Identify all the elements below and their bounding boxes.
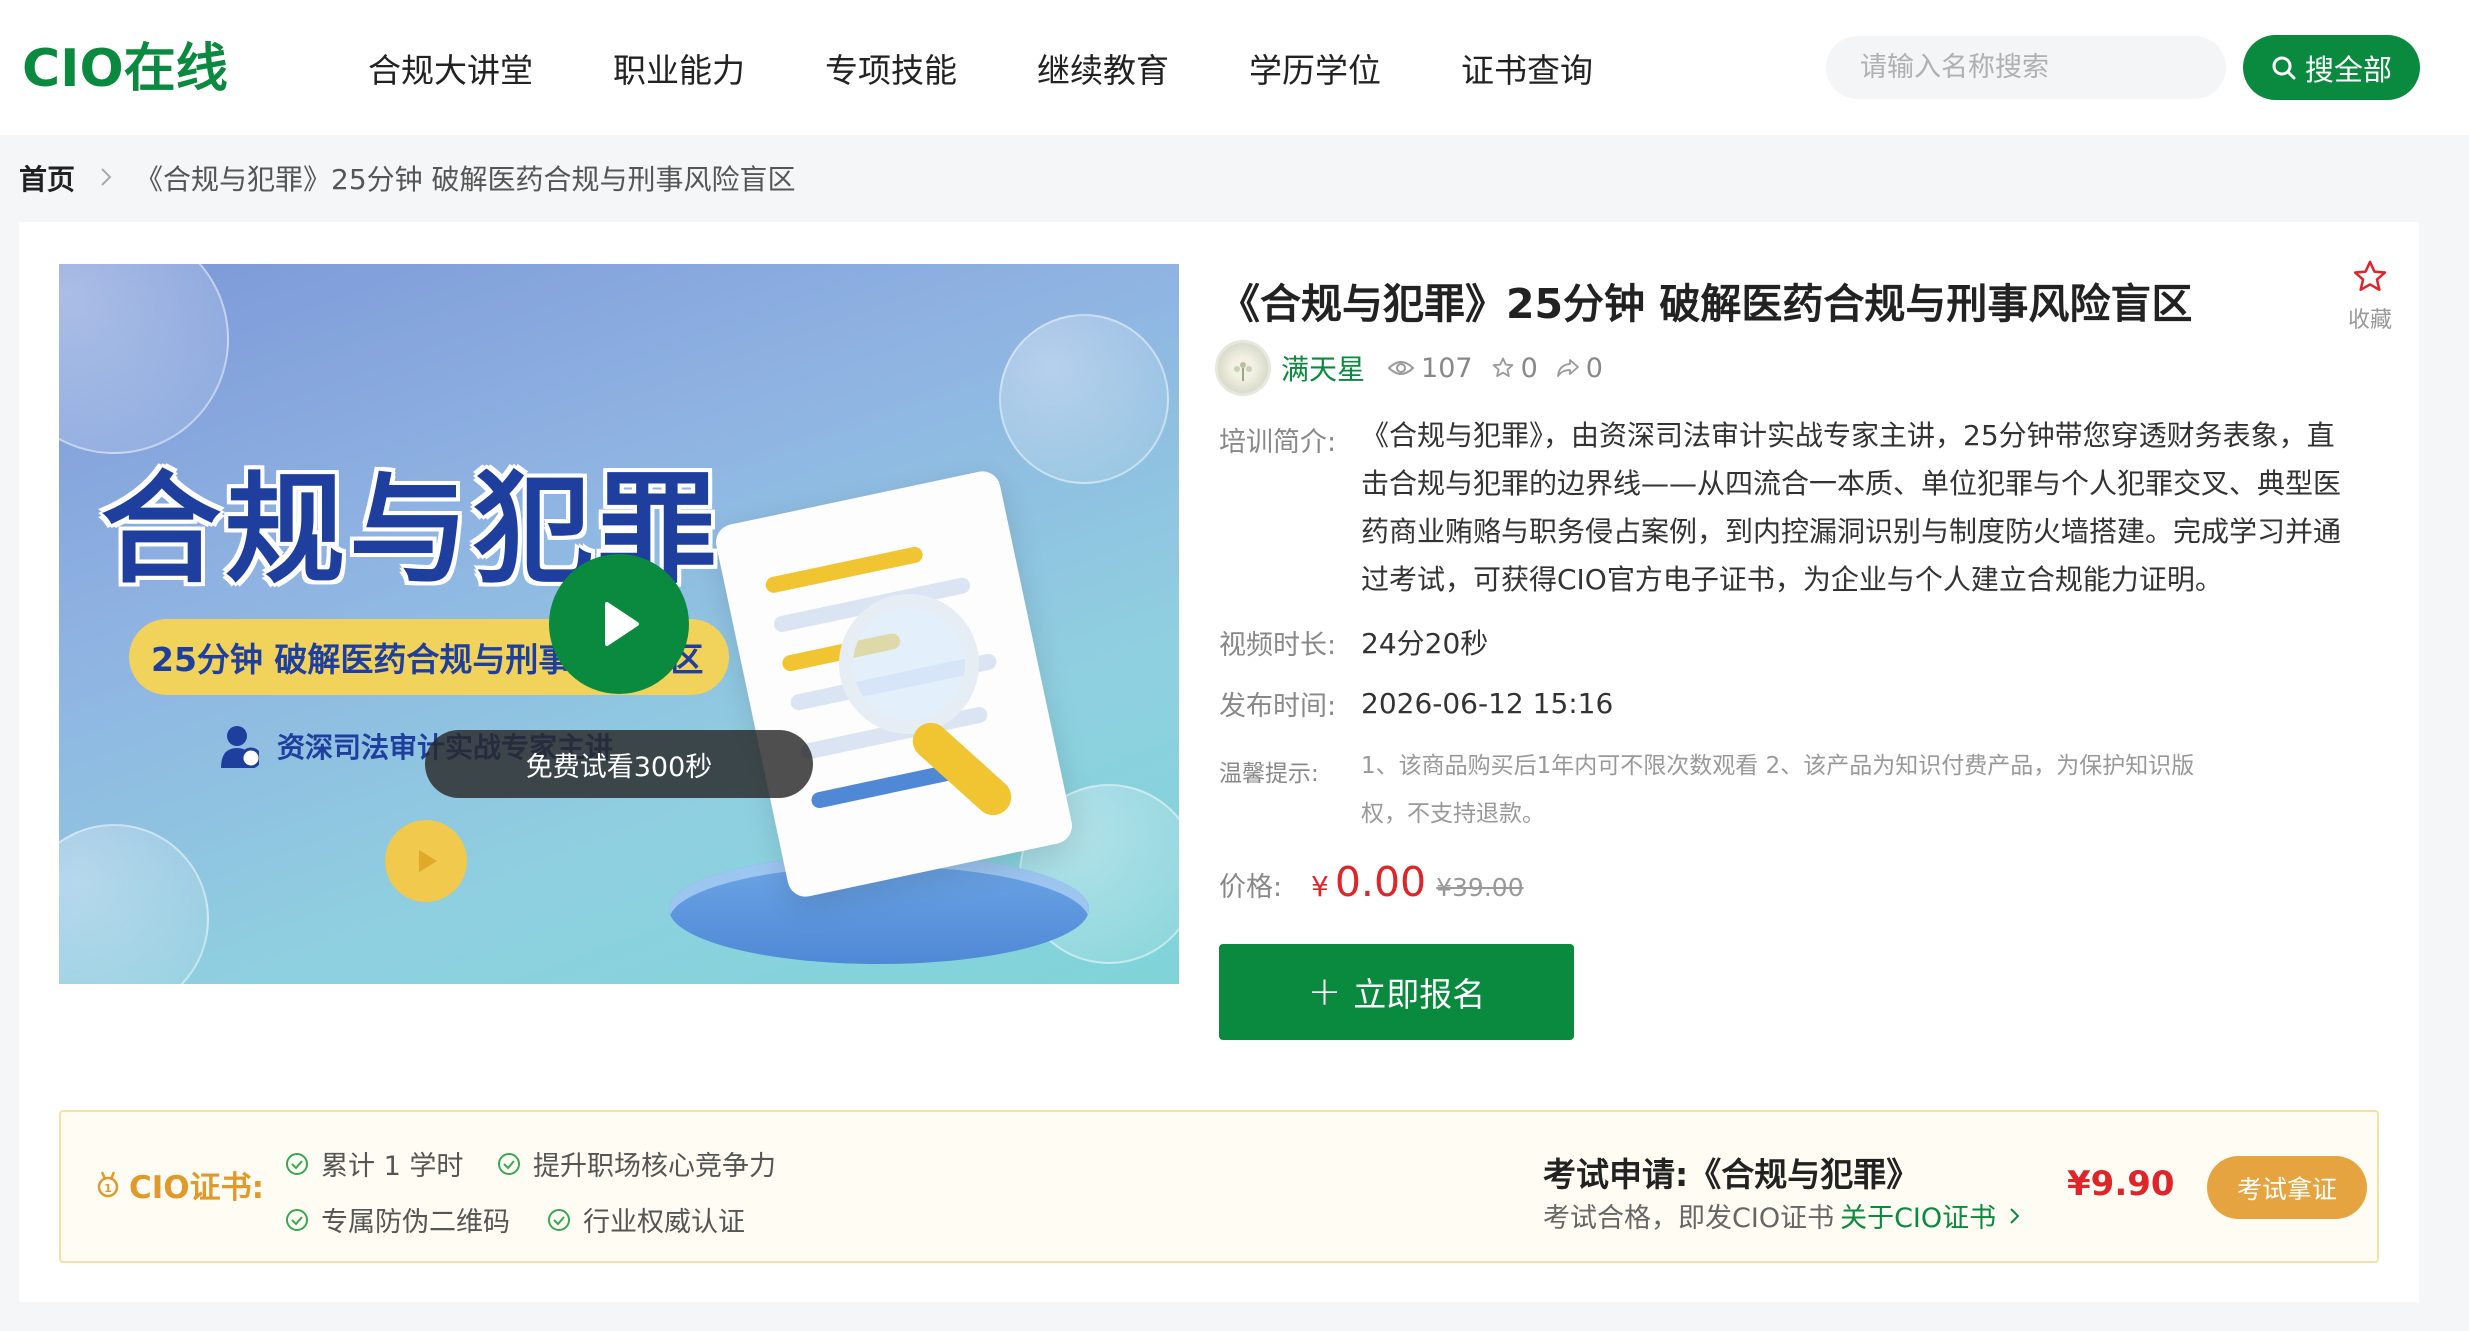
cert-feature: 提升职场核心竞争力 — [497, 1144, 776, 1183]
chevron-right-icon — [99, 162, 113, 195]
nav-item-cert-query[interactable]: 证书查询 — [1461, 44, 1593, 92]
search-icon — [2272, 56, 2296, 79]
star-outline-icon — [2353, 260, 2387, 292]
price-currency: ¥ — [1311, 870, 1329, 903]
search-button[interactable]: 搜全部 — [2243, 35, 2420, 100]
intro-row: 培训简介: 《合规与犯罪》，由资深司法审计实战专家主讲，25分钟带您穿透财务表象… — [1219, 419, 2369, 604]
share-icon — [1556, 359, 1579, 377]
svg-text:CIO在线: CIO在线 — [22, 39, 228, 94]
lawyer-icon — [221, 726, 259, 768]
nav-item-continuing-edu[interactable]: 继续教育 — [1037, 44, 1169, 92]
cert-feature-text: 累计 1 学时 — [321, 1151, 464, 1182]
nav-item-compliance[interactable]: 合规大讲堂 — [368, 44, 533, 92]
price-value: 0.00 — [1334, 858, 1427, 906]
cert-feature-text: 行业权威认证 — [583, 1207, 745, 1238]
duration-label: 视频时长: — [1219, 629, 1337, 661]
shares-stat: 0 — [1556, 353, 1603, 384]
nav-item-skills[interactable]: 专项技能 — [825, 44, 957, 92]
check-circle-icon — [286, 1208, 308, 1231]
course-card: 合规与犯罪 25分钟 破解医药合规与刑事风险盲区 资深司法审计实战专家主讲 免费… — [19, 222, 2419, 1302]
cover-play-icon — [385, 820, 467, 902]
views-count: 107 — [1421, 352, 1473, 384]
breadcrumb-home[interactable]: 首页 — [19, 158, 75, 198]
check-circle-icon — [498, 1152, 520, 1175]
site-logo[interactable]: CIO在线 — [22, 38, 262, 94]
chevron-right-icon — [2010, 1207, 2020, 1224]
nav-item-degree[interactable]: 学历学位 — [1249, 44, 1381, 92]
check-circle-icon — [286, 1152, 308, 1175]
price-row: 价格: ¥ 0.00 ¥39.00 — [1219, 858, 1524, 906]
site-header: CIO在线 合规大讲堂 职业能力 专项技能 继续教育 学历学位 证书查询 搜全部 — [0, 0, 2469, 135]
decor-bubble — [999, 314, 1169, 484]
decor-bubble — [59, 264, 229, 454]
cert-label: 1 CIO证书: — [95, 1162, 264, 1207]
play-button[interactable] — [549, 554, 689, 694]
enroll-button[interactable]: + 立即报名 — [1219, 944, 1574, 1040]
tip-row: 温馨提示: 1、该商品购买后1年内可不限次数观看 2、该产品为知识付费产品，为保… — [1219, 753, 2219, 838]
flower-icon — [1234, 362, 1252, 381]
course-title: 《合规与犯罪》25分钟 破解医药合规与刑事风险盲区 — [1219, 280, 2193, 328]
tip-label: 温馨提示: — [1219, 761, 1319, 787]
play-icon — [605, 602, 639, 646]
cert-feature: 累计 1 学时 — [285, 1144, 463, 1183]
avatar[interactable] — [1215, 340, 1271, 396]
stars-stat: 0 — [1491, 353, 1538, 384]
publish-value: 2026-06-12 15:16 — [1361, 687, 1614, 720]
favorite-button[interactable]: 收藏 — [2340, 258, 2400, 334]
search-button-label: 搜全部 — [2304, 52, 2392, 87]
breadcrumb-current: 《合规与犯罪》25分钟 破解医药合规与刑事风险盲区 — [135, 163, 796, 196]
search-input[interactable] — [1826, 36, 2226, 99]
medal-icon: 1 — [97, 1171, 119, 1197]
about-cert-link-text: 关于CIO证书 — [1840, 1203, 1997, 1234]
exam-sub-text: 考试合格，即发CIO证书 — [1543, 1203, 1835, 1234]
check-circle-icon — [548, 1208, 570, 1231]
exam-title: 考试申请:《合规与犯罪》 — [1543, 1155, 1920, 1194]
publish-label: 发布时间: — [1219, 691, 1337, 722]
price-label: 价格: — [1219, 872, 1283, 903]
cert-feature-text: 提升职场核心竞争力 — [533, 1151, 776, 1182]
cert-label-text: CIO证书: — [129, 1170, 265, 1206]
favorite-label: 收藏 — [2347, 308, 2392, 333]
plus-icon: + — [1307, 969, 1342, 1015]
eye-icon — [1387, 361, 1415, 375]
logo-mark: CIO在线 — [22, 39, 228, 94]
cert-feature: 行业权威认证 — [547, 1200, 745, 1239]
decor-bubble — [59, 824, 209, 984]
intro-label: 培训简介: — [1219, 427, 1337, 458]
cert-feature: 专属防伪二维码 — [285, 1200, 510, 1239]
author-row: 满天星 107 0 0 — [1215, 338, 1621, 398]
star-icon — [1492, 357, 1513, 377]
duration-row: 视频时长: 24分20秒 — [1219, 622, 1488, 662]
main-nav: 合规大讲堂 职业能力 专项技能 继续教育 学历学位 证书查询 — [368, 0, 1673, 135]
exam-price: ¥9.90 — [2067, 1164, 2175, 1204]
views-stat: 107 — [1387, 353, 1473, 384]
magnifier-illustration — [839, 594, 979, 734]
certificate-bar: 1 CIO证书: 累计 1 学时 提升职场核心竞争力 专属防伪二维码 行业权威认… — [59, 1110, 2379, 1263]
about-cert-link[interactable]: 关于CIO证书 — [1840, 1196, 2026, 1235]
exam-button[interactable]: 考试拿证 — [2207, 1156, 2367, 1219]
author-name[interactable]: 满天星 — [1281, 348, 1365, 388]
exam-subtitle: 考试合格，即发CIO证书 关于CIO证书 — [1543, 1196, 2026, 1235]
breadcrumb: 首页 《合规与犯罪》25分钟 破解医药合规与刑事风险盲区 — [19, 158, 796, 198]
svg-text:1: 1 — [104, 1182, 112, 1195]
shares-count: 0 — [1585, 352, 1603, 384]
original-price: ¥39.00 — [1436, 873, 1524, 902]
nav-item-career[interactable]: 职业能力 — [613, 44, 745, 92]
publish-row: 发布时间: 2026-06-12 15:16 — [1219, 684, 1613, 723]
intro-text: 《合规与犯罪》，由资深司法审计实战专家主讲，25分钟带您穿透财务表象，直击合规与… — [1361, 419, 2342, 596]
tip-text: 1、该商品购买后1年内可不限次数观看 2、该产品为知识付费产品，为保护知识版权，… — [1361, 753, 2195, 827]
video-player[interactable]: 合规与犯罪 25分钟 破解医药合规与刑事风险盲区 资深司法审计实战专家主讲 免费… — [59, 264, 1179, 984]
duration-value: 24分20秒 — [1361, 627, 1489, 660]
cert-feature-text: 专属防伪二维码 — [321, 1207, 510, 1238]
free-trial-badge: 免费试看300秒 — [425, 730, 813, 798]
enroll-button-label: 立即报名 — [1353, 975, 1486, 1014]
stars-count: 0 — [1520, 352, 1538, 384]
